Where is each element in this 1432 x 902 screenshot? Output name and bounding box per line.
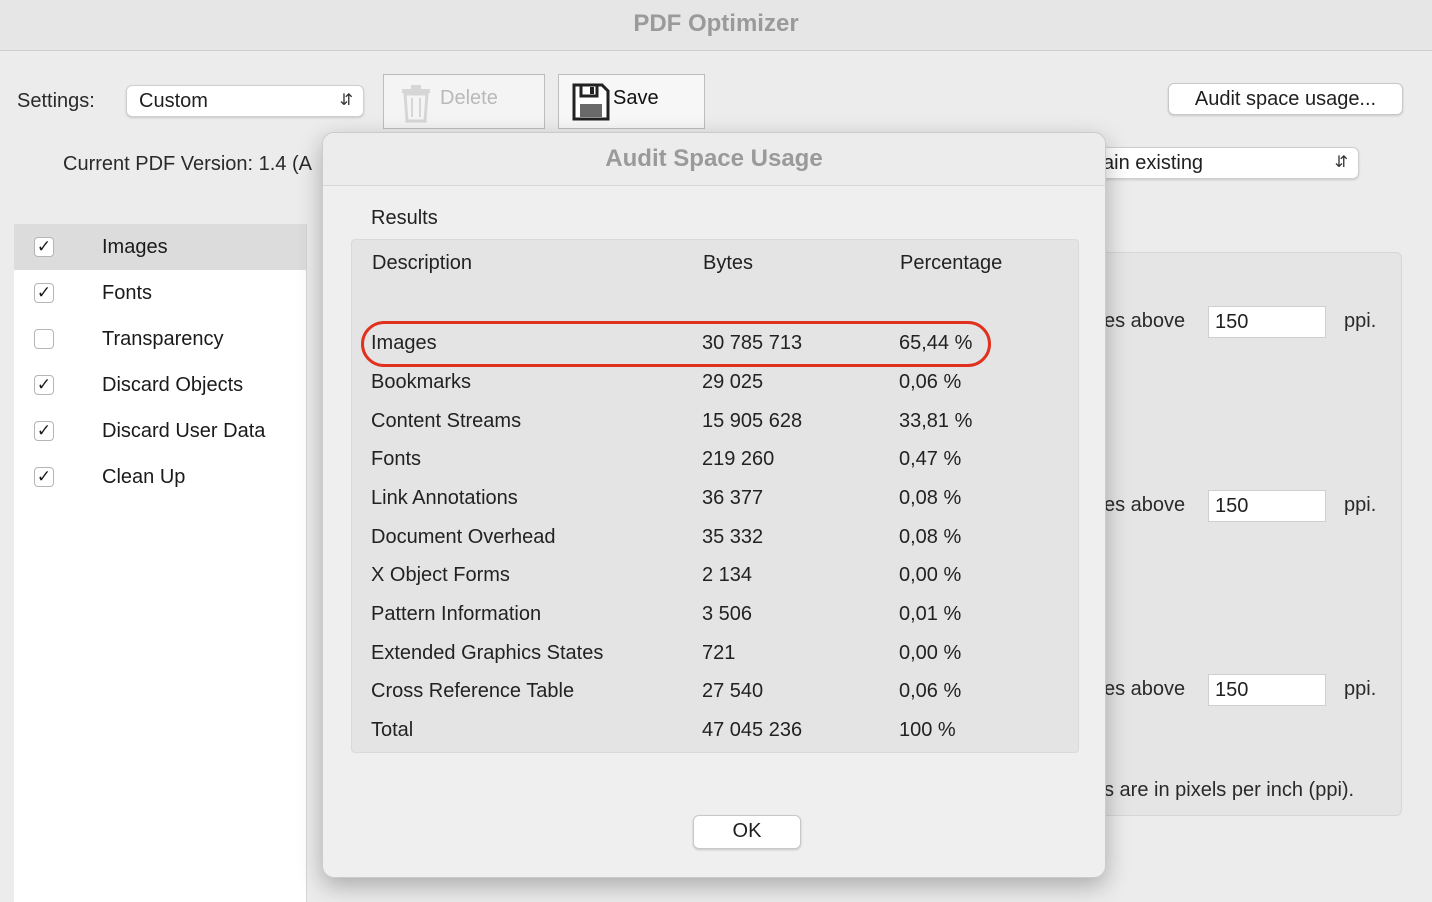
row-percentage: 0,47 % [899,448,962,470]
ppi-input-3[interactable]: 150 [1208,674,1326,706]
save-label: Save [613,87,659,109]
row-description: Fonts [371,448,422,470]
checkbox-discard-user-data[interactable]: ✓ [34,421,54,441]
trash-icon [402,85,430,123]
sidebar-item-discard-objects[interactable]: ✓ Discard Objects [14,362,306,408]
settings-select-value: Custom [139,90,208,112]
column-header-percentage: Percentage [900,252,1003,274]
row-description: Extended Graphics States [371,642,604,664]
sidebar-item-images[interactable]: ✓ Images [14,224,306,270]
sidebar-item-transparency[interactable]: Transparency [14,316,306,362]
row-bytes: 2 134 [702,564,753,586]
row-description: Link Annotations [371,487,518,509]
row-description: X Object Forms [371,564,510,586]
row-percentage: 0,06 % [899,680,962,702]
compatibility-select[interactable]: ain existing ⇵ [1080,147,1359,179]
chevron-updown-icon: ⇵ [339,92,353,109]
row-bytes: 15 905 628 [702,410,803,432]
column-header-description: Description [372,252,473,274]
delete-button[interactable]: Delete [383,74,545,129]
downsample-label: es above [1104,678,1186,700]
row-bytes: 721 [702,642,736,664]
row-bytes: 35 332 [702,526,764,548]
checkbox-transparency[interactable] [34,329,54,349]
compatibility-select-value: ain existing [1103,152,1204,174]
ppi-unit-label: ppi. [1344,678,1377,700]
row-bytes: 47 045 236 [702,719,803,741]
settings-select[interactable]: Custom ⇵ [126,85,364,117]
row-percentage: 33,81 % [899,410,973,432]
highlight-annotation [361,321,991,367]
row-percentage: 100 % [899,719,956,741]
row-bytes: 3 506 [702,603,753,625]
sidebar: ✓ Images ✓ Fonts Transparency ✓ Discard … [14,224,307,902]
audit-space-usage-dialog: Audit Space Usage Results Description By… [322,132,1106,878]
row-percentage: 0,08 % [899,526,962,548]
row-description: Content Streams [371,410,522,432]
sidebar-item-fonts[interactable]: ✓ Fonts [14,270,306,316]
floppy-disk-icon [572,83,610,121]
ppi-input-1[interactable]: 150 [1208,306,1326,338]
row-description: Pattern Information [371,603,542,625]
settings-label: Settings: [17,90,95,112]
sidebar-item-label: Images [102,236,168,258]
sidebar-item-label: Discard Objects [102,374,244,396]
row-percentage: 0,00 % [899,642,962,664]
checkbox-fonts[interactable]: ✓ [34,283,54,303]
window-title: PDF Optimizer [0,0,1432,51]
results-label: Results [371,207,438,229]
ok-button[interactable]: OK [693,815,801,849]
row-percentage: 0,00 % [899,564,962,586]
downsample-label: es above [1104,494,1186,516]
row-bytes: 29 025 [702,371,764,393]
row-description: Cross Reference Table [371,680,575,702]
sidebar-item-label: Discard User Data [102,420,266,442]
audit-space-usage-button[interactable]: Audit space usage... [1168,83,1403,115]
pdf-version-label: Current PDF Version: 1.4 (A [63,153,312,175]
row-description: Total [371,719,414,741]
row-percentage: 0,06 % [899,371,962,393]
row-description: Bookmarks [371,371,472,393]
row-percentage: 0,01 % [899,603,962,625]
column-header-bytes: Bytes [703,252,754,274]
row-description: Document Overhead [371,526,556,548]
ppi-unit-label: ppi. [1344,310,1377,332]
delete-label: Delete [440,87,498,109]
row-bytes: 30 785 713 [702,332,803,354]
sidebar-item-label: Transparency [102,328,224,350]
row-bytes: 36 377 [702,487,764,509]
sidebar-item-label: Clean Up [102,466,186,488]
ppi-input-2[interactable]: 150 [1208,490,1326,522]
sidebar-item-clean-up[interactable]: ✓ Clean Up [14,454,306,500]
dialog-title: Audit Space Usage [323,133,1105,186]
ppi-note: s are in pixels per inch (ppi). [1104,779,1355,801]
checkbox-images[interactable]: ✓ [34,237,54,257]
chevron-updown-icon: ⇵ [1334,154,1348,171]
sidebar-item-discard-user-data[interactable]: ✓ Discard User Data [14,408,306,454]
checkbox-discard-objects[interactable]: ✓ [34,375,54,395]
row-bytes: 219 260 [702,448,775,470]
save-button[interactable]: Save [558,74,705,129]
sidebar-item-label: Fonts [102,282,153,304]
downsample-label: es above [1104,310,1186,332]
row-percentage: 0,08 % [899,487,962,509]
checkbox-clean-up[interactable]: ✓ [34,467,54,487]
row-description: Images [371,332,437,354]
ppi-unit-label: ppi. [1344,494,1377,516]
row-bytes: 27 540 [702,680,764,702]
row-percentage: 65,44 % [899,332,973,354]
